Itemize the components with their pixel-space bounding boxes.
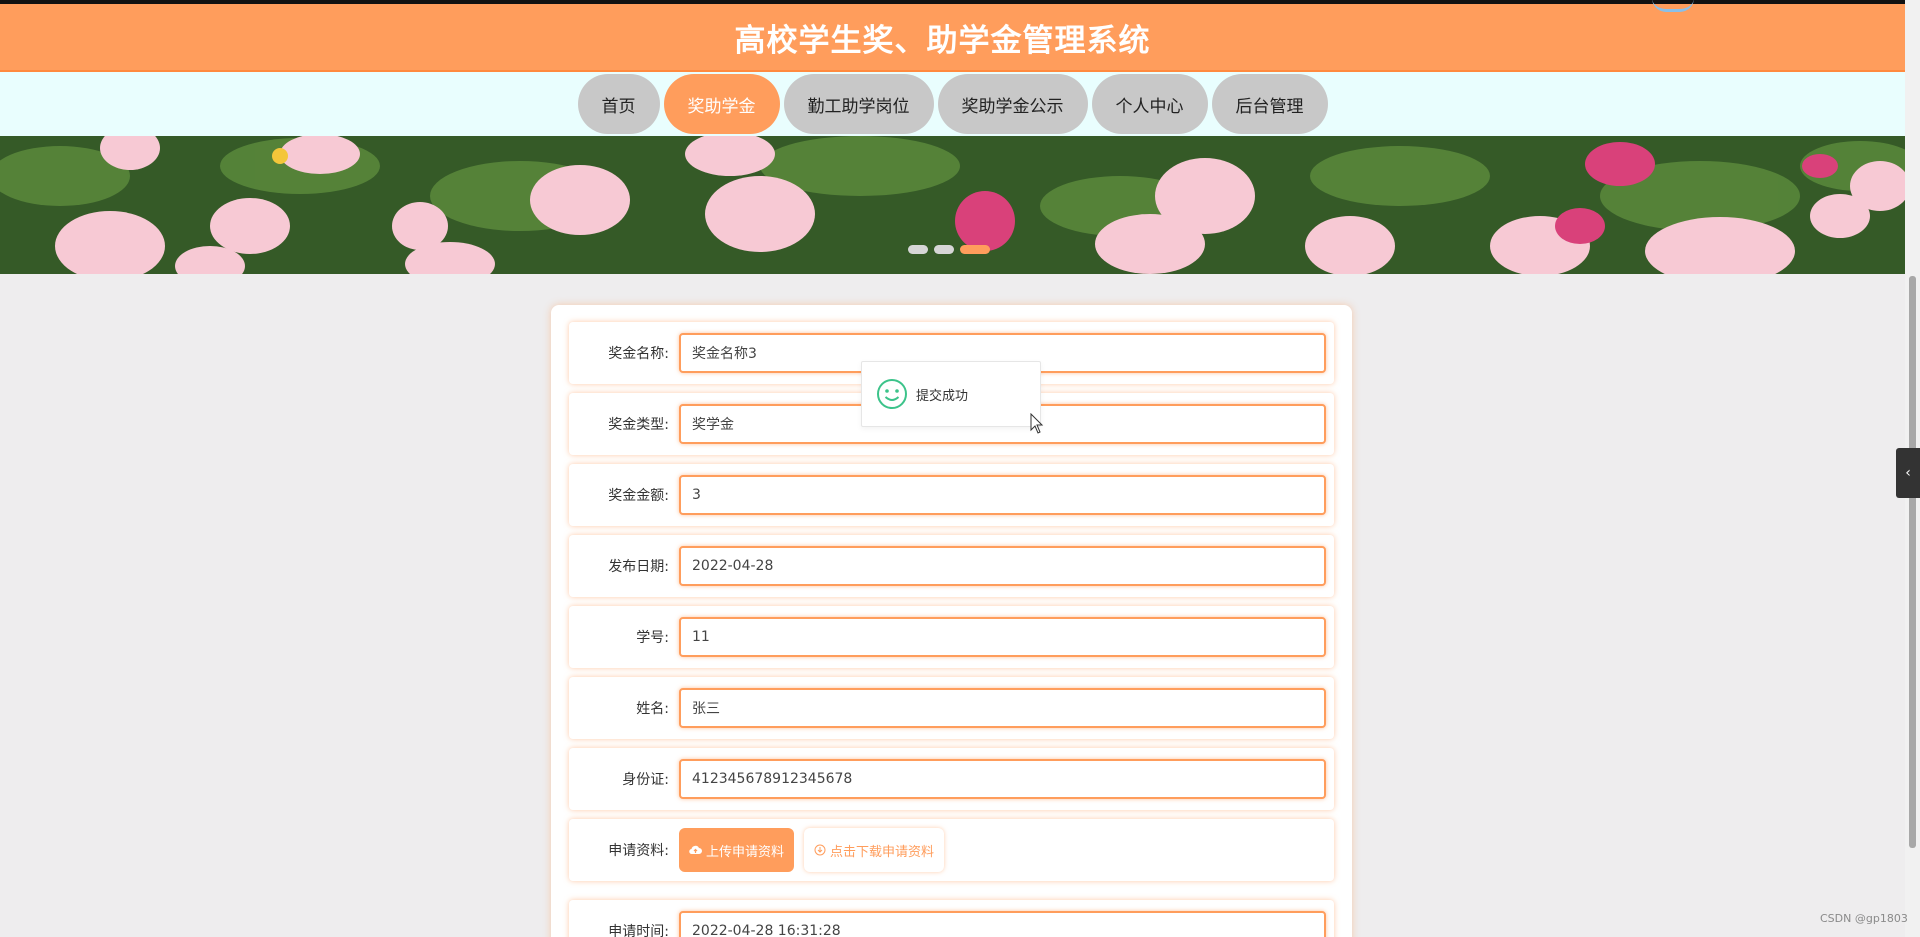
nav-item-personal-center[interactable]: 个人中心 (1091, 74, 1208, 134)
nav-item-work-study[interactable]: 勤工助学岗位 (783, 74, 934, 134)
field-label: 申请时间: (608, 924, 669, 937)
form-row-name: 姓名: 张三 (569, 677, 1334, 739)
apply-time-field[interactable]: 2022-04-28 16:31:28 (679, 911, 1326, 937)
form-row-student-id: 学号: 11 (569, 606, 1334, 668)
upload-attachment-button[interactable]: 上传申请资料 (679, 828, 795, 872)
avatar[interactable] (1652, 0, 1694, 12)
award-amount-field[interactable]: 3 (679, 475, 1326, 515)
nav-item-admin[interactable]: 后台管理 (1211, 74, 1328, 134)
download-circle-icon (814, 844, 826, 856)
field-label: 姓名: (636, 701, 669, 717)
upload-label: 上传申请资料 (706, 844, 785, 860)
form-row-publish-date: 发布日期: 2022-04-28 (569, 535, 1334, 597)
form-row-attachment: 申请资料: 上传申请资料 点击下载申请资料 (569, 819, 1334, 881)
form-row-apply-time: 申请时间: 2022-04-28 16:31:28 (569, 900, 1334, 937)
scrollbar-thumb[interactable] (1909, 276, 1916, 848)
field-label: 发布日期: (608, 559, 669, 575)
carousel-indicators (908, 245, 990, 254)
side-panel-toggle[interactable]: ‹ (1896, 448, 1920, 498)
form-row-id-card: 身份证: 412345678912345678 (569, 748, 1334, 810)
field-label: 学号: (636, 630, 669, 646)
mouse-cursor-icon (1030, 413, 1044, 434)
nav-item-home[interactable]: 首页 (577, 74, 660, 134)
carousel-dot[interactable] (934, 245, 954, 254)
publish-date-field[interactable]: 2022-04-28 (679, 546, 1326, 586)
main-nav: 首页 奖助学金 勤工助学岗位 奖助学金公示 个人中心 后台管理 (0, 72, 1905, 136)
nav-item-scholarships[interactable]: 奖助学金 (663, 74, 780, 134)
student-id-field[interactable]: 11 (679, 617, 1326, 657)
cloud-upload-icon (689, 845, 702, 855)
success-toast: 提交成功 (861, 361, 1041, 427)
download-attachment-button[interactable]: 点击下载申请资料 (804, 828, 945, 872)
carousel-dot[interactable] (908, 245, 928, 254)
field-label: 奖金类型: (608, 417, 669, 433)
field-label: 申请资料: (608, 843, 669, 859)
form-row-award-amount: 奖金金额: 3 (569, 464, 1334, 526)
field-label: 奖金金额: (608, 488, 669, 504)
page-title: 高校学生奖、助学金管理系统 (734, 22, 1151, 59)
download-label: 点击下载申请资料 (830, 844, 935, 860)
field-label: 奖金名称: (608, 346, 669, 362)
smile-icon (877, 379, 907, 409)
id-card-field[interactable]: 412345678912345678 (679, 759, 1326, 799)
nav-item-announcements[interactable]: 奖助学金公示 (937, 74, 1088, 134)
carousel-dot-active[interactable] (960, 245, 990, 254)
chevron-left-icon: ‹ (1905, 465, 1911, 481)
name-field[interactable]: 张三 (679, 688, 1326, 728)
toast-message: 提交成功 (916, 388, 969, 404)
field-label: 身份证: (622, 772, 669, 788)
site-header: 高校学生奖、助学金管理系统 (0, 4, 1905, 72)
watermark: CSDN @gp1803 (1820, 912, 1908, 925)
